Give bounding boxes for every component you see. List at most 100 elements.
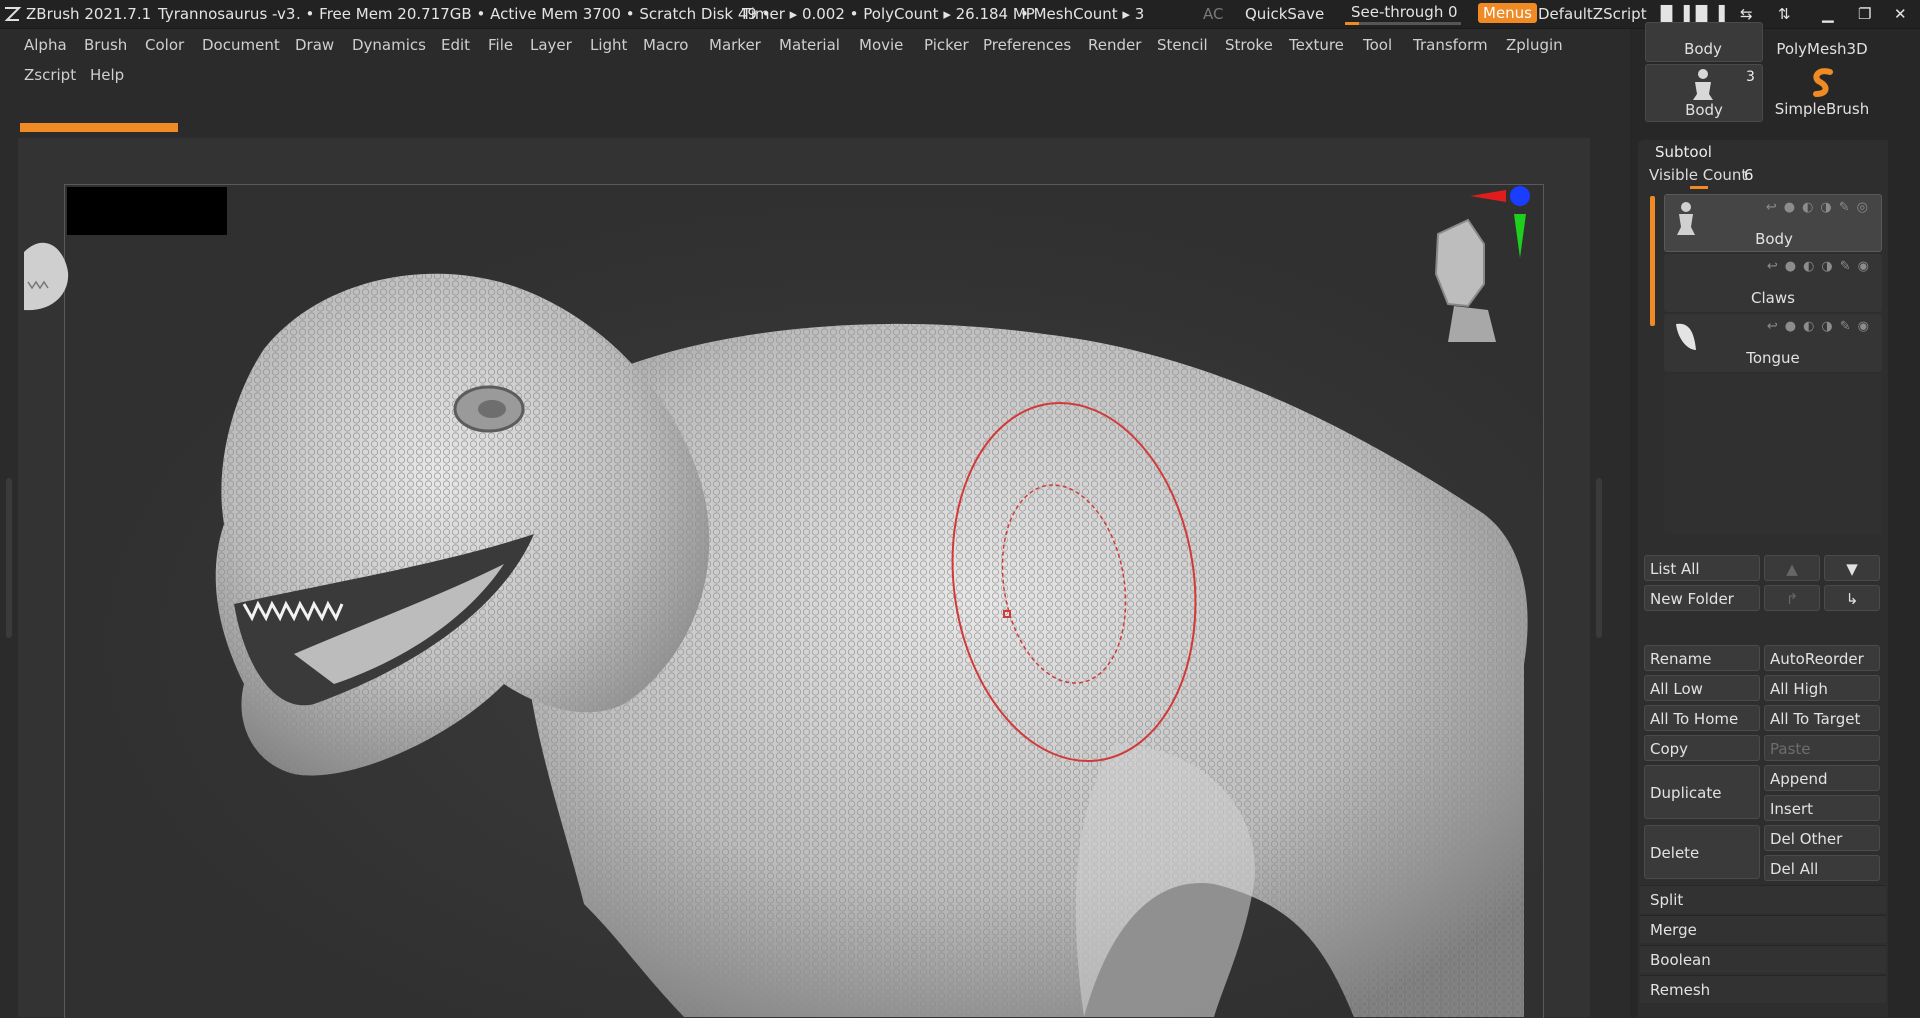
- layout-swap-icon[interactable]: ⇅: [1778, 5, 1791, 23]
- menu-stencil[interactable]: Stencil: [1157, 36, 1208, 54]
- move-in-button[interactable]: ↳: [1824, 585, 1880, 611]
- merge-section[interactable]: Merge: [1640, 915, 1886, 943]
- layout-icon-2[interactable]: ▐▌▐: [1690, 5, 1725, 23]
- menu-picker[interactable]: Picker: [924, 36, 969, 54]
- dinosaur-sculpt-model[interactable]: [64, 184, 1584, 1017]
- menu-document[interactable]: Document: [202, 36, 280, 54]
- subtool-title[interactable]: Subtool: [1655, 143, 1712, 161]
- boolean-section[interactable]: Boolean: [1640, 945, 1886, 973]
- menus-button[interactable]: Menus: [1478, 3, 1537, 23]
- restore-icon[interactable]: ❐: [1858, 5, 1871, 23]
- tool-thumb-simplebrush[interactable]: SimpleBrush: [1764, 64, 1880, 120]
- subtool-item-body[interactable]: ↩●◐◑✎◎ Body: [1664, 194, 1882, 252]
- autoreorder-button[interactable]: AutoReorder: [1764, 645, 1880, 671]
- menu-tool[interactable]: Tool: [1363, 36, 1392, 54]
- menu-alpha[interactable]: Alpha: [24, 36, 67, 54]
- menu-movie[interactable]: Movie: [859, 36, 903, 54]
- del-other-button[interactable]: Del Other: [1764, 825, 1880, 851]
- visible-count-value[interactable]: 6: [1744, 166, 1754, 184]
- menu-light[interactable]: Light: [590, 36, 627, 54]
- menu-layer[interactable]: Layer: [530, 36, 572, 54]
- remesh-section[interactable]: Remesh: [1640, 975, 1886, 1003]
- subtool-scrollbar[interactable]: [1650, 196, 1655, 326]
- split-section[interactable]: Split: [1640, 885, 1886, 913]
- menu-transform[interactable]: Transform: [1413, 36, 1488, 54]
- all-to-home-button[interactable]: All To Home: [1644, 705, 1760, 731]
- subtool-item-tongue[interactable]: ↩●◐◑✎◉ Tongue: [1664, 314, 1882, 372]
- black-overlay-box: [67, 187, 227, 235]
- memory-status: . • Free Mem 20.717GB • Active Mem 3700 …: [296, 5, 771, 23]
- app-version: ZBrush 2021.7.1: [26, 5, 152, 23]
- tool-thumb-body-label: Body: [1685, 101, 1723, 119]
- subtool-item-claws[interactable]: ↩●◐◑✎◉ Claws: [1664, 254, 1882, 312]
- ac-button[interactable]: AC: [1203, 5, 1223, 23]
- duplicate-button[interactable]: Duplicate: [1644, 765, 1760, 819]
- menu-texture[interactable]: Texture: [1289, 36, 1344, 54]
- insert-button[interactable]: Insert: [1764, 795, 1880, 821]
- arrow-up-icon: ▲: [1786, 560, 1798, 578]
- see-through-label: See-through: [1351, 3, 1444, 21]
- menu-brush[interactable]: Brush: [84, 36, 127, 54]
- default-zscript-button[interactable]: DefaultZScript: [1538, 5, 1647, 23]
- progress-bar: [20, 123, 178, 132]
- see-through-slider[interactable]: See-through 0: [1345, 3, 1461, 25]
- all-to-target-button[interactable]: All To Target: [1764, 705, 1880, 731]
- tool-thumb-simplebrush-label: SimpleBrush: [1774, 100, 1870, 118]
- menu-macro[interactable]: Macro: [643, 36, 688, 54]
- delete-button[interactable]: Delete: [1644, 825, 1760, 879]
- append-button[interactable]: Append: [1764, 765, 1880, 791]
- head-orientation-icon[interactable]: [1418, 214, 1498, 342]
- all-low-button[interactable]: All Low: [1644, 675, 1760, 701]
- tool-thumb-body[interactable]: 3 Body: [1645, 64, 1763, 122]
- document-name: Tyrannosaurus -v3: [158, 5, 296, 23]
- see-through-track[interactable]: [1345, 22, 1461, 25]
- rename-button[interactable]: Rename: [1644, 645, 1760, 671]
- move-out-button[interactable]: ↱: [1764, 585, 1820, 611]
- visible-count-slider-fill[interactable]: [1690, 186, 1708, 189]
- minimize-icon[interactable]: ▁: [1822, 5, 1834, 23]
- right-shelf-handle[interactable]: [1596, 478, 1602, 638]
- subtool-item-label: Claws: [1751, 289, 1795, 307]
- del-all-button[interactable]: Del All: [1764, 855, 1880, 881]
- meshcount: • MeshCount ▸ 3: [1020, 5, 1145, 23]
- quicksave-button[interactable]: QuickSave: [1245, 5, 1324, 23]
- left-shelf-handle[interactable]: [6, 478, 12, 638]
- layout-cycle-icon[interactable]: ⇆: [1740, 5, 1753, 23]
- tool-thumb-count: 3: [1746, 69, 1755, 85]
- subtool-item-label: Tongue: [1746, 349, 1800, 367]
- copy-button[interactable]: Copy: [1644, 735, 1760, 761]
- menu-render[interactable]: Render: [1088, 36, 1141, 54]
- menu-material[interactable]: Material: [779, 36, 840, 54]
- close-icon[interactable]: ✕: [1894, 5, 1907, 23]
- all-high-button[interactable]: All High: [1764, 675, 1880, 701]
- subtool-item-label: Body: [1755, 230, 1793, 248]
- layout-icon-1[interactable]: ▐▌▐: [1655, 5, 1690, 23]
- move-down-button[interactable]: ▼: [1824, 555, 1880, 581]
- menu-zplugin[interactable]: Zplugin: [1506, 36, 1563, 54]
- menu-preferences[interactable]: Preferences: [983, 36, 1071, 54]
- list-all-button[interactable]: List All: [1644, 555, 1760, 581]
- menu-file[interactable]: File: [488, 36, 513, 54]
- menu-marker[interactable]: Marker: [709, 36, 761, 54]
- subtool-toggle-icons[interactable]: ↩●◐◑✎◎: [1766, 200, 1875, 215]
- paste-button[interactable]: Paste: [1764, 735, 1880, 761]
- curved-arrow-up-icon: ↱: [1785, 590, 1799, 608]
- see-through-value: 0: [1448, 3, 1458, 21]
- menu-draw[interactable]: Draw: [295, 36, 334, 54]
- subtool-toggle-icons[interactable]: ↩●◐◑✎◉: [1767, 259, 1876, 274]
- menu-color[interactable]: Color: [145, 36, 184, 54]
- dino-head-thumbnail[interactable]: [24, 232, 70, 318]
- curved-arrow-down-icon: ↳: [1845, 590, 1859, 608]
- figure-icon: [1693, 69, 1713, 100]
- menu-zscript[interactable]: Zscript: [24, 66, 76, 84]
- new-folder-button[interactable]: New Folder: [1644, 585, 1760, 611]
- subtool-toggle-icons[interactable]: ↩●◐◑✎◉: [1767, 319, 1876, 334]
- move-up-button[interactable]: ▲: [1764, 555, 1820, 581]
- menu-help[interactable]: Help: [90, 66, 124, 84]
- menu-stroke[interactable]: Stroke: [1225, 36, 1273, 54]
- title-bar: ZBrush 2021.7.1 Tyrannosaurus -v3 . • Fr…: [0, 0, 1920, 29]
- menu-dynamics[interactable]: Dynamics: [352, 36, 426, 54]
- menu-edit[interactable]: Edit: [441, 36, 470, 54]
- tool-thumb-polymesh-label: PolyMesh3D: [1776, 40, 1868, 58]
- visible-count-label[interactable]: Visible Count: [1649, 166, 1747, 184]
